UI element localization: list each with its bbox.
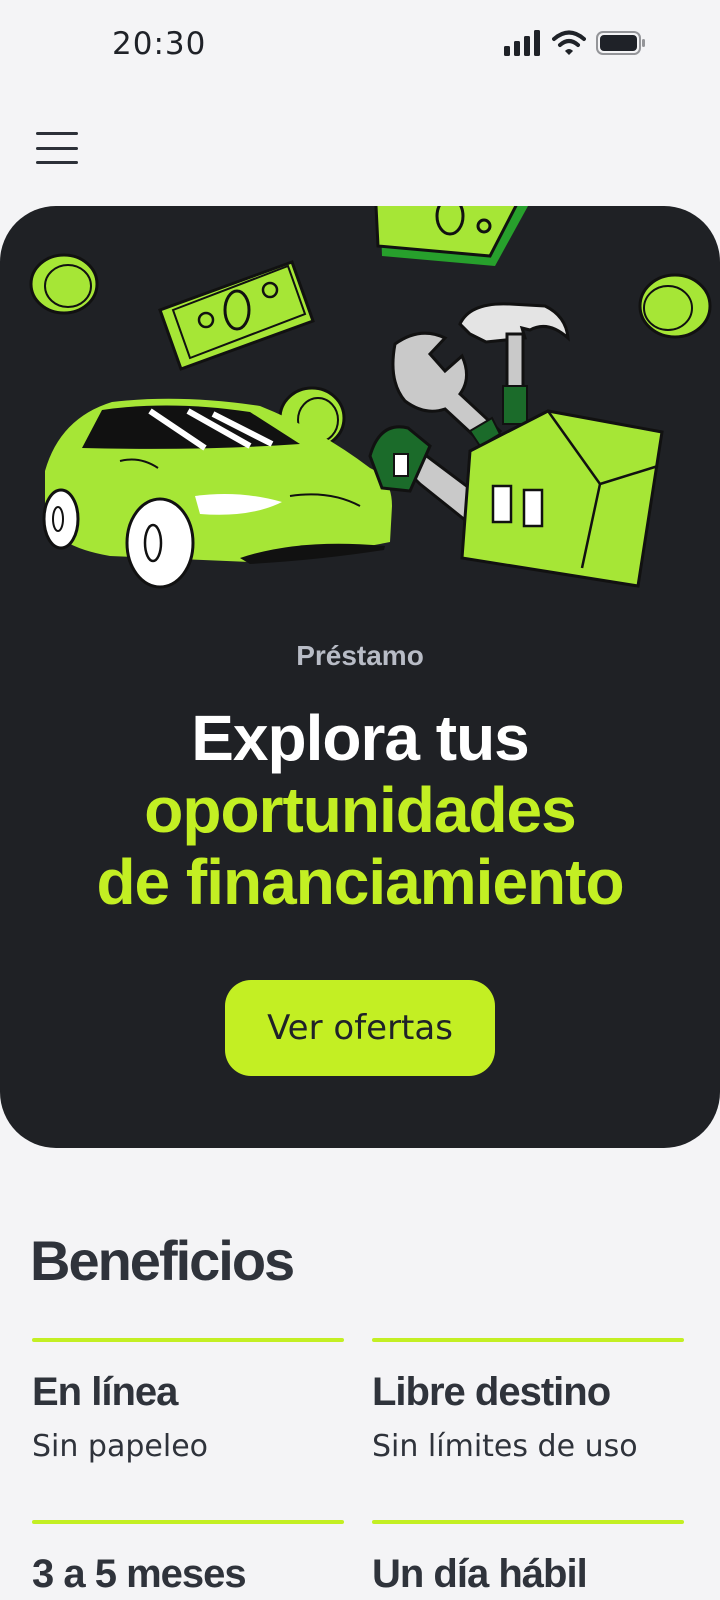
- benefit-item: Un día hábil: [372, 1520, 684, 1597]
- status-icons: [504, 30, 646, 56]
- hero-card: Préstamo Explora tus oportunidades de fi…: [0, 206, 720, 1148]
- battery-icon: [596, 31, 645, 55]
- hero-eyebrow: Préstamo: [296, 640, 424, 671]
- status-bar: 20:30: [0, 0, 720, 90]
- benefit-title: En línea: [32, 1370, 178, 1414]
- benefit-item: 3 a 5 meses: [32, 1520, 344, 1597]
- hero-title-line: Explora tus: [191, 702, 530, 774]
- signal-icon: [504, 30, 540, 56]
- menu-icon: [36, 132, 78, 135]
- status-time: 20:30: [112, 26, 207, 62]
- app-screen: 20:30 Préstamo Explora tus oportunidades…: [0, 0, 720, 1600]
- benefit-divider: [372, 1520, 684, 1524]
- benefit-divider: [32, 1338, 344, 1342]
- hammer-icon: [458, 302, 570, 425]
- benefit-title: Un día hábil: [372, 1552, 588, 1596]
- benefit-item: Libre destino Sin límites de uso: [372, 1338, 684, 1464]
- coin-icon: [638, 273, 712, 339]
- banknote-icon: [374, 206, 528, 266]
- benefit-title: 3 a 5 meses: [32, 1552, 247, 1596]
- benefit-subtitle: Sin papeleo: [32, 1429, 209, 1464]
- benefit-divider: [32, 1520, 344, 1524]
- benefits-title: Beneficios: [30, 1229, 295, 1292]
- hero-title-highlight: oportunidades: [144, 774, 576, 846]
- coin-icon: [29, 253, 99, 315]
- menu-button[interactable]: [34, 128, 80, 168]
- benefit-item: En línea Sin papeleo: [32, 1338, 344, 1464]
- benefit-divider: [372, 1338, 684, 1342]
- hero-title-highlight: de financiamiento: [96, 846, 624, 918]
- benefit-title: Libre destino: [372, 1370, 611, 1414]
- wifi-icon: [552, 30, 586, 55]
- benefit-subtitle: Sin límites de uso: [372, 1429, 638, 1464]
- hero-illustration: [29, 206, 712, 589]
- banknote-icon: [158, 260, 315, 371]
- view-offers-button[interactable]: Ver ofertas: [225, 980, 495, 1076]
- hero-title: Explora tus oportunidades de financiamie…: [0, 702, 720, 918]
